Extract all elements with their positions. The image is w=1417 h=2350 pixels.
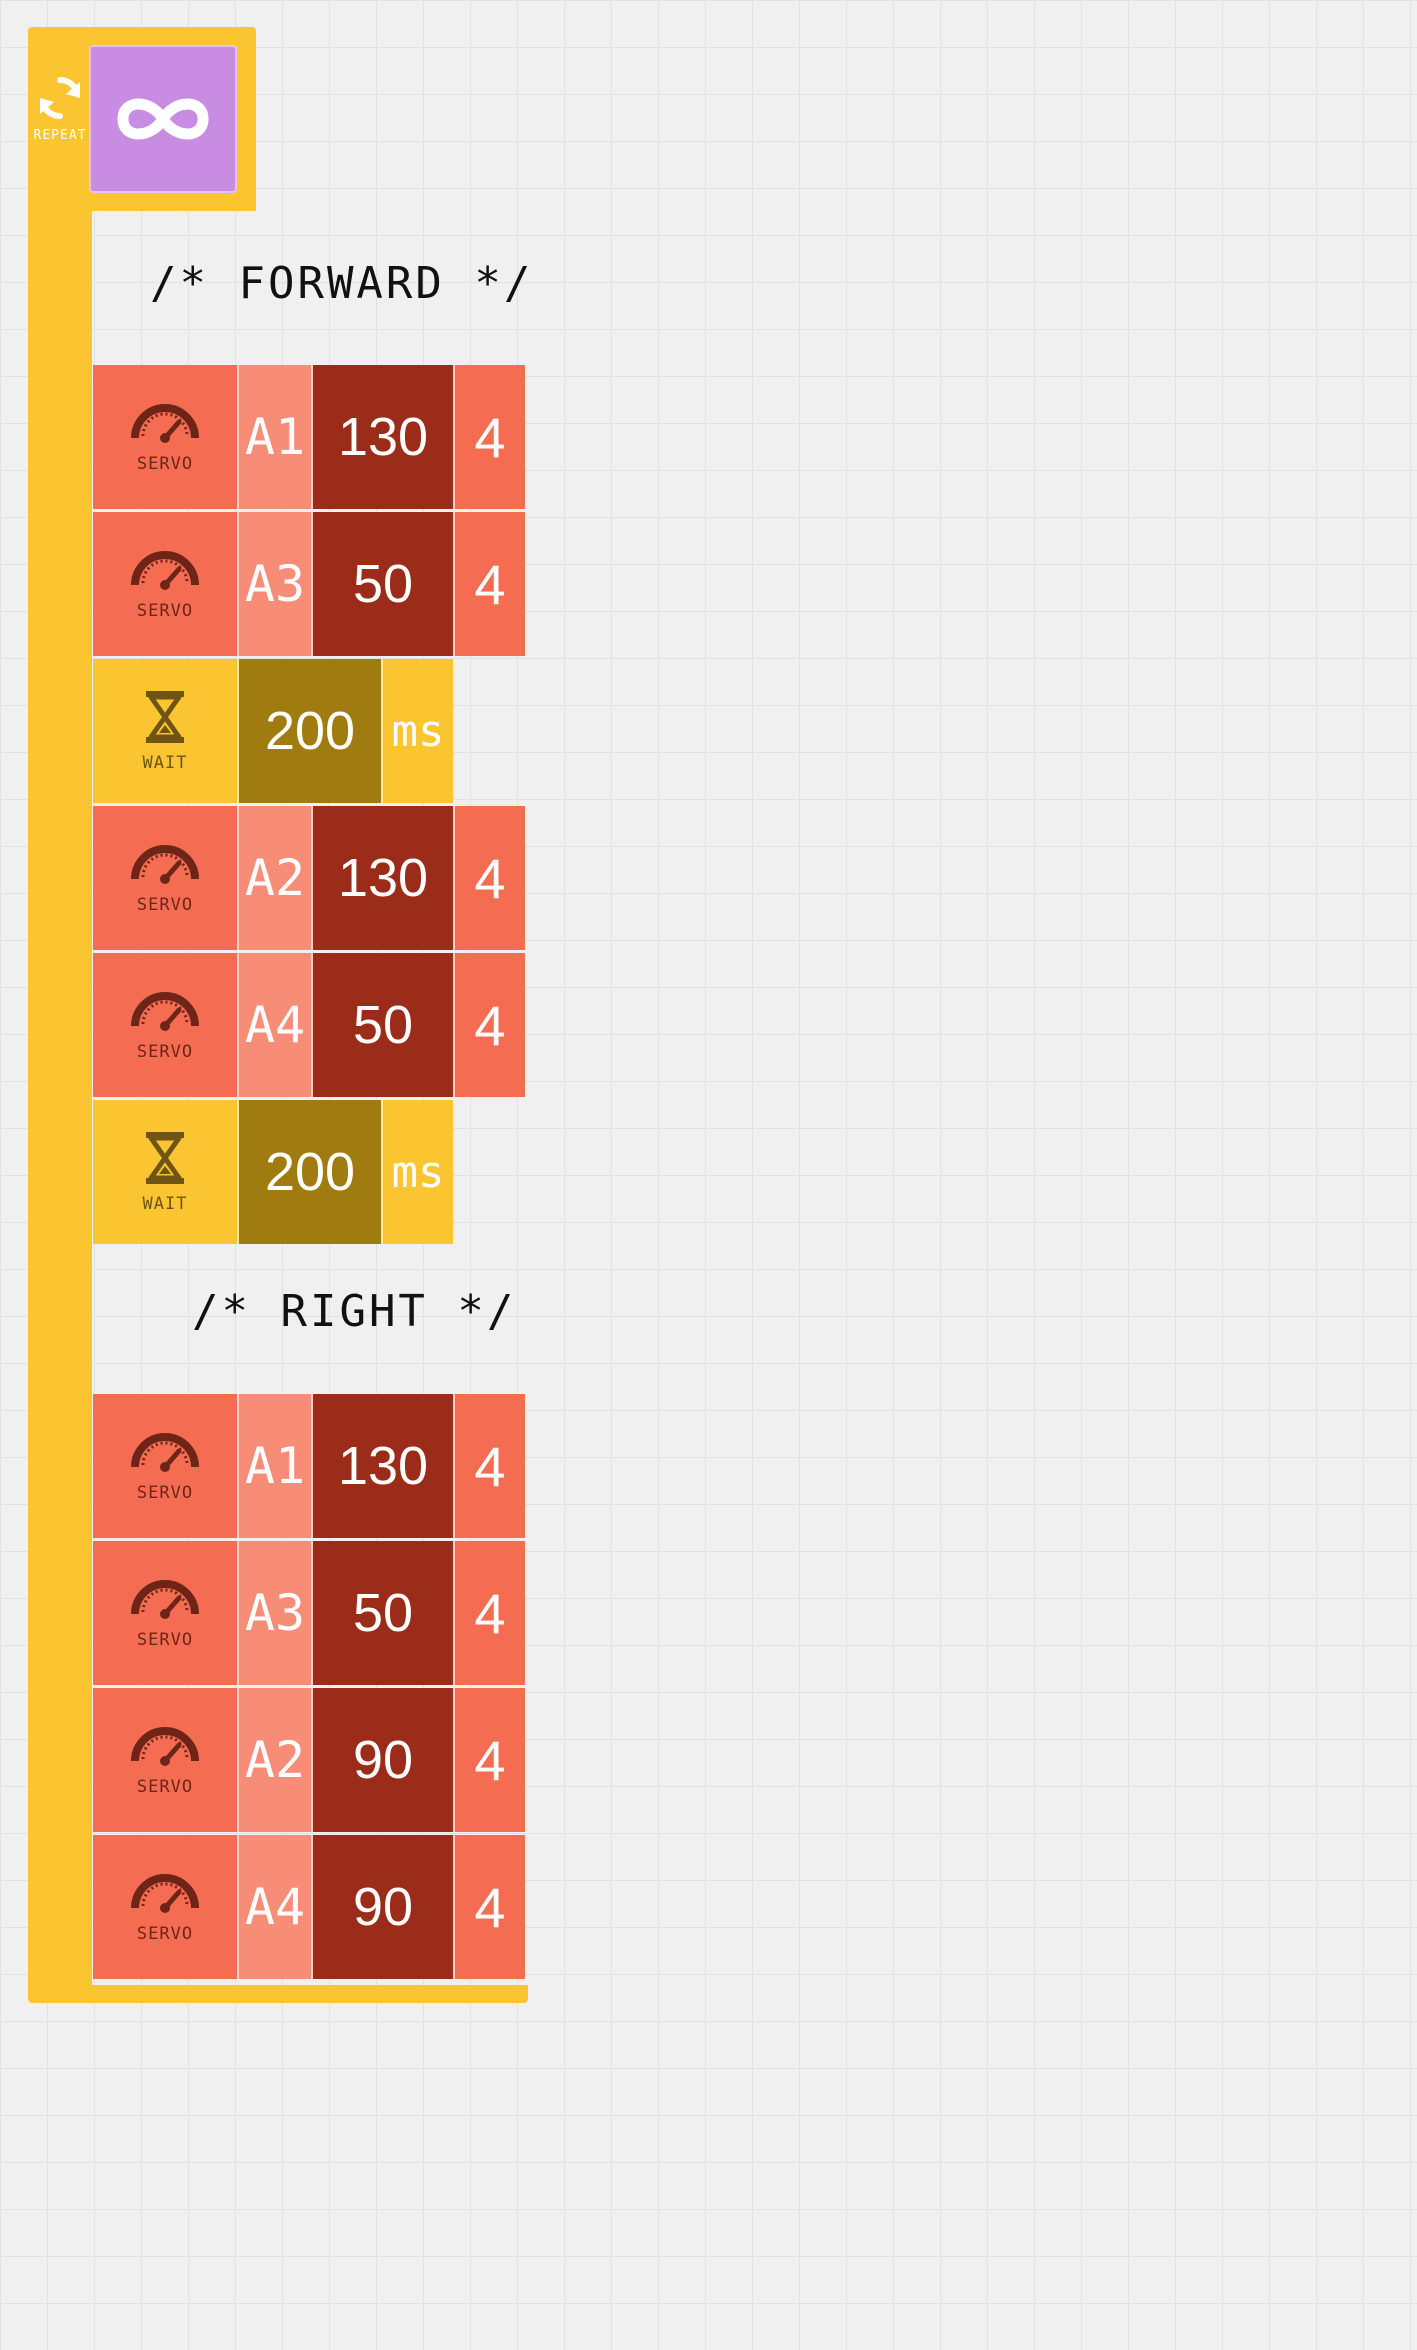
servo-speed-field[interactable]: 4 [453, 512, 525, 656]
servo-speed-field[interactable]: 4 [453, 1835, 525, 1979]
wait-unit-label: ms [381, 659, 453, 803]
servo-block[interactable]: SERVO A4 50 4 [93, 953, 528, 1097]
servo-speed-field[interactable]: 4 [453, 806, 525, 950]
wait-icon-cell[interactable]: WAIT [93, 659, 237, 803]
gauge-icon [129, 988, 201, 1034]
servo-block[interactable]: SERVO A4 90 4 [93, 1835, 528, 1979]
servo-label: SERVO [136, 1777, 194, 1797]
servo-icon-cell[interactable]: SERVO [93, 1688, 237, 1832]
wait-duration-field[interactable]: 200 [237, 1100, 381, 1244]
servo-speed-field[interactable]: 4 [453, 953, 525, 1097]
servo-block[interactable]: SERVO A1 130 4 [93, 365, 528, 509]
servo-label: SERVO [136, 454, 194, 474]
servo-angle-field[interactable]: 90 [311, 1835, 453, 1979]
servo-icon-cell[interactable]: SERVO [93, 1835, 237, 1979]
repeat-block-spine [28, 211, 92, 1985]
servo-port-field[interactable]: A2 [237, 1688, 311, 1832]
servo-icon-cell[interactable]: SERVO [93, 953, 237, 1097]
servo-icon-cell[interactable]: SERVO [93, 1541, 237, 1685]
servo-speed-field[interactable]: 4 [453, 1394, 525, 1538]
servo-angle-field[interactable]: 130 [311, 1394, 453, 1538]
servo-block[interactable]: SERVO A2 130 4 [93, 806, 528, 950]
servo-port-field[interactable]: A4 [237, 1835, 311, 1979]
hourglass-icon [142, 689, 188, 745]
servo-angle-field[interactable]: 130 [311, 365, 453, 509]
repeat-icon-group: REPEAT [30, 72, 90, 152]
servo-port-field[interactable]: A4 [237, 953, 311, 1097]
wait-block[interactable]: WAIT 200 ms [93, 659, 456, 803]
servo-label: SERVO [136, 895, 194, 915]
servo-port-field[interactable]: A3 [237, 1541, 311, 1685]
servo-speed-field[interactable]: 4 [453, 365, 525, 509]
servo-angle-field[interactable]: 50 [311, 953, 453, 1097]
servo-speed-field[interactable]: 4 [453, 1688, 525, 1832]
repeat-label: REPEAT [33, 128, 87, 143]
servo-port-field[interactable]: A2 [237, 806, 311, 950]
servo-block[interactable]: SERVO A1 130 4 [93, 1394, 528, 1538]
servo-speed-field[interactable]: 4 [453, 1541, 525, 1685]
servo-label: SERVO [136, 601, 194, 621]
servo-icon-cell[interactable]: SERVO [93, 1394, 237, 1538]
repeat-icon [40, 76, 80, 120]
gauge-icon [129, 1429, 201, 1475]
gauge-icon [129, 547, 201, 593]
servo-port-field[interactable]: A1 [237, 1394, 311, 1538]
gauge-icon [129, 400, 201, 446]
hourglass-icon [142, 1130, 188, 1186]
servo-angle-field[interactable]: 130 [311, 806, 453, 950]
wait-label: WAIT [142, 1194, 188, 1214]
servo-label: SERVO [136, 1630, 194, 1650]
wait-icon-cell[interactable]: WAIT [93, 1100, 237, 1244]
servo-block[interactable]: SERVO A2 90 4 [93, 1688, 528, 1832]
wait-unit-label: ms [381, 1100, 453, 1244]
servo-port-field[interactable]: A1 [237, 365, 311, 509]
servo-label: SERVO [136, 1483, 194, 1503]
wait-label: WAIT [142, 753, 188, 773]
comment-forward[interactable]: /* FORWARD */ [150, 258, 533, 309]
servo-block[interactable]: SERVO A3 50 4 [93, 1541, 528, 1685]
gauge-icon [129, 841, 201, 887]
servo-label: SERVO [136, 1924, 194, 1944]
repeat-forever-button[interactable] [89, 45, 237, 193]
servo-icon-cell[interactable]: SERVO [93, 512, 237, 656]
gauge-icon [129, 1576, 201, 1622]
servo-label: SERVO [136, 1042, 194, 1062]
wait-block[interactable]: WAIT 200 ms [93, 1100, 456, 1244]
servo-angle-field[interactable]: 50 [311, 512, 453, 656]
servo-angle-field[interactable]: 90 [311, 1688, 453, 1832]
servo-block[interactable]: SERVO A3 50 4 [93, 512, 528, 656]
servo-icon-cell[interactable]: SERVO [93, 365, 237, 509]
gauge-icon [129, 1723, 201, 1769]
servo-angle-field[interactable]: 50 [311, 1541, 453, 1685]
comment-right[interactable]: /* RIGHT */ [192, 1286, 516, 1337]
servo-icon-cell[interactable]: SERVO [93, 806, 237, 950]
gauge-icon [129, 1870, 201, 1916]
wait-duration-field[interactable]: 200 [237, 659, 381, 803]
repeat-block-foot [28, 1985, 528, 2003]
servo-port-field[interactable]: A3 [237, 512, 311, 656]
infinity-icon [117, 98, 209, 140]
